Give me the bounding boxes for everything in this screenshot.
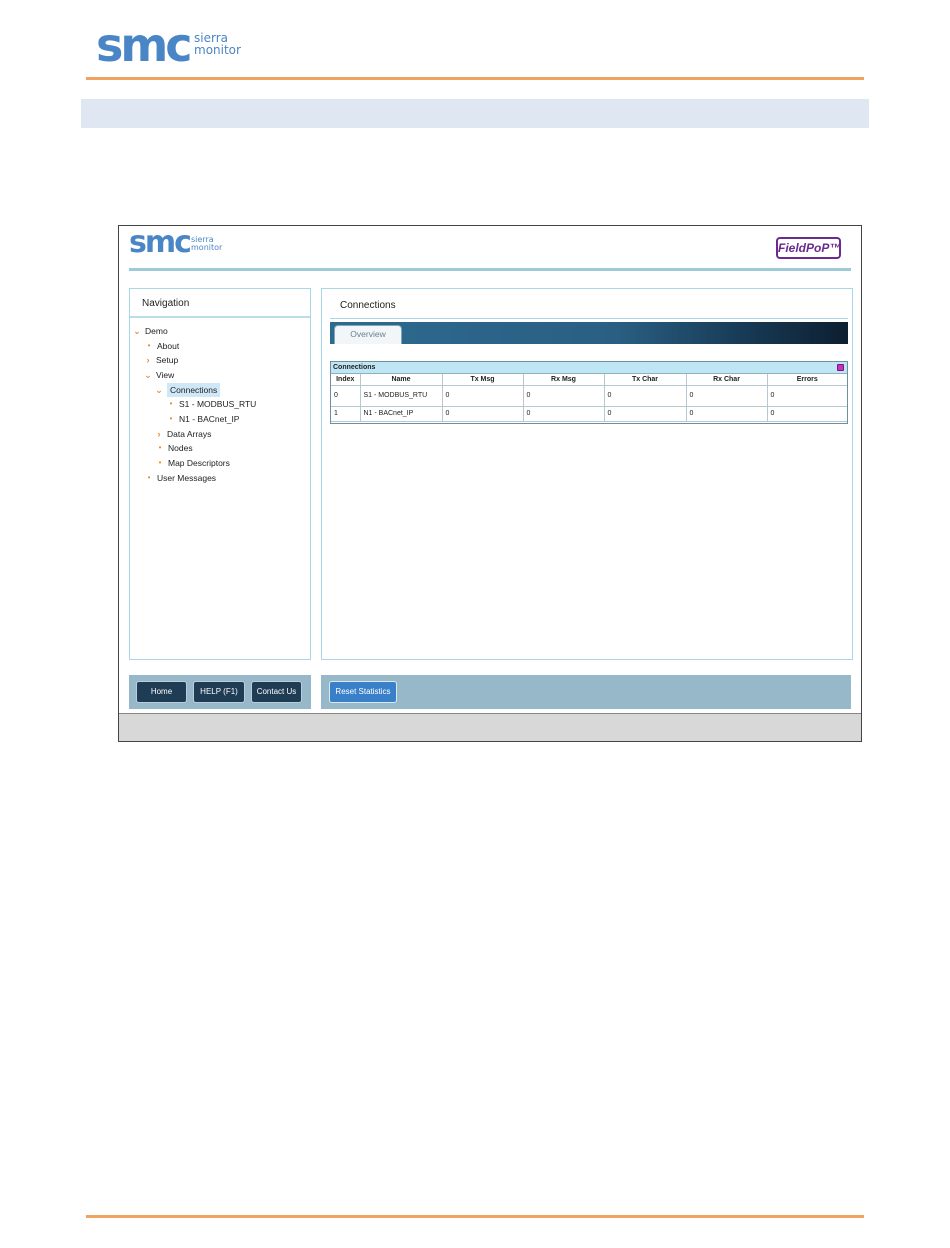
tree-item-map-descriptors[interactable]: • Map Descriptors: [157, 456, 230, 470]
column-header: Tx Char: [604, 374, 687, 386]
table-cell: 0: [767, 406, 847, 422]
bullet-icon: •: [169, 399, 173, 408]
contact-us-button[interactable]: Contact Us: [251, 681, 302, 703]
chevron-down-icon[interactable]: ⌄: [154, 383, 164, 397]
table-row: 1 N1 - BACnet_IP 0 0 0 0 0: [331, 406, 847, 422]
app-logo-subtitle: sierra monitor: [191, 235, 223, 252]
connections-table-header: Connections: [331, 362, 847, 374]
tree-item-about[interactable]: • About: [146, 339, 180, 353]
column-header: Name: [360, 374, 443, 386]
column-header: Rx Char: [686, 374, 768, 386]
tree-item-demo[interactable]: ⌄ Demo: [132, 324, 167, 338]
connections-table-widget: Connections Index Name Tx Msg Rx Msg Tx …: [330, 361, 848, 424]
connections-title-rule: [330, 318, 848, 319]
column-header: Errors: [767, 374, 847, 386]
tree-item-s1-modbus-rtu[interactable]: • S1 - MODBUS_RTU: [168, 397, 257, 411]
tree-item-n1-bacnet-ip[interactable]: • N1 - BACnet_IP: [168, 412, 240, 426]
doc-section-bar: [81, 99, 869, 128]
doc-logo-mark: smc: [96, 18, 193, 72]
app-logo-mark: smc: [129, 225, 192, 260]
tree-item-connections[interactable]: ⌄ Connections: [154, 383, 221, 397]
footer-nav-bar: Home HELP (F1) Contact Us: [129, 675, 311, 709]
table-cell: S1 - MODBUS_RTU: [360, 385, 443, 407]
tree-item-nodes[interactable]: • Nodes: [157, 441, 193, 455]
bullet-icon: •: [147, 473, 151, 482]
tab-overview[interactable]: Overview: [334, 325, 402, 344]
doc-logo-subtitle: sierra monitor: [194, 31, 241, 57]
chevron-right-icon[interactable]: ›: [154, 427, 164, 441]
connections-title: Connections: [340, 300, 396, 311]
table-cell: 0: [523, 406, 605, 422]
table-cell: N1 - BACnet_IP: [360, 406, 443, 422]
table-cell: 0: [442, 406, 524, 422]
column-header: Tx Msg: [442, 374, 524, 386]
doc-logo: smc sierra monitor: [96, 22, 246, 74]
footer-action-bar: Reset Statistics: [321, 675, 851, 709]
tree-item-view[interactable]: ⌄ View: [143, 368, 174, 382]
connections-table-title: Connections: [333, 364, 376, 371]
help-button[interactable]: HELP (F1): [193, 681, 245, 703]
tab-strip: Overview: [330, 322, 848, 344]
table-cell: 0: [523, 385, 605, 407]
table-cell: 0: [604, 406, 687, 422]
reset-statistics-button[interactable]: Reset Statistics: [329, 681, 397, 703]
fieldpop-badge: FieldPoP™: [776, 237, 841, 259]
chevron-down-icon[interactable]: ⌄: [143, 368, 153, 382]
tree-item-data-arrays[interactable]: › Data Arrays: [154, 427, 212, 441]
table-row: 0 S1 - MODBUS_RTU 0 0 0 0 0: [331, 385, 847, 407]
navigation-panel: Navigation ⌄ Demo • About › Setup ⌄ View…: [129, 288, 311, 660]
table-cell: 1: [331, 406, 361, 422]
navigation-title-rule: [130, 316, 310, 318]
collapse-icon[interactable]: [837, 364, 844, 371]
app-logo: smc sierra monitor: [129, 225, 239, 261]
status-bar: [119, 713, 861, 741]
table-cell: 0: [767, 385, 847, 407]
connections-panel: Connections Overview Connections Index N…: [321, 288, 853, 660]
bullet-icon: •: [169, 414, 173, 423]
tree-item-setup[interactable]: › Setup: [143, 353, 179, 367]
table-cell: 0: [442, 385, 524, 407]
chevron-down-icon[interactable]: ⌄: [132, 324, 142, 338]
app-screenshot: smc sierra monitor FieldPoP™ Navigation …: [118, 225, 862, 742]
table-cell: 0: [331, 385, 361, 407]
column-header: Rx Msg: [523, 374, 605, 386]
tree-item-user-messages[interactable]: • User Messages: [146, 471, 216, 485]
home-button[interactable]: Home: [136, 681, 187, 703]
connections-table: Index Name Tx Msg Rx Msg Tx Char Rx Char…: [331, 374, 847, 422]
doc-footer-rule: [86, 1215, 864, 1218]
app-header-rule: [129, 268, 851, 271]
bullet-icon: •: [158, 458, 162, 467]
navigation-title: Navigation: [142, 298, 190, 309]
column-header: Index: [331, 374, 361, 386]
doc-header-rule: [86, 77, 864, 80]
table-header-row: Index Name Tx Msg Rx Msg Tx Char Rx Char…: [331, 374, 847, 386]
bullet-icon: •: [147, 341, 151, 350]
chevron-right-icon[interactable]: ›: [143, 353, 153, 367]
bullet-icon: •: [158, 443, 162, 452]
table-cell: 0: [686, 406, 768, 422]
table-cell: 0: [604, 385, 687, 407]
table-cell: 0: [686, 385, 768, 407]
